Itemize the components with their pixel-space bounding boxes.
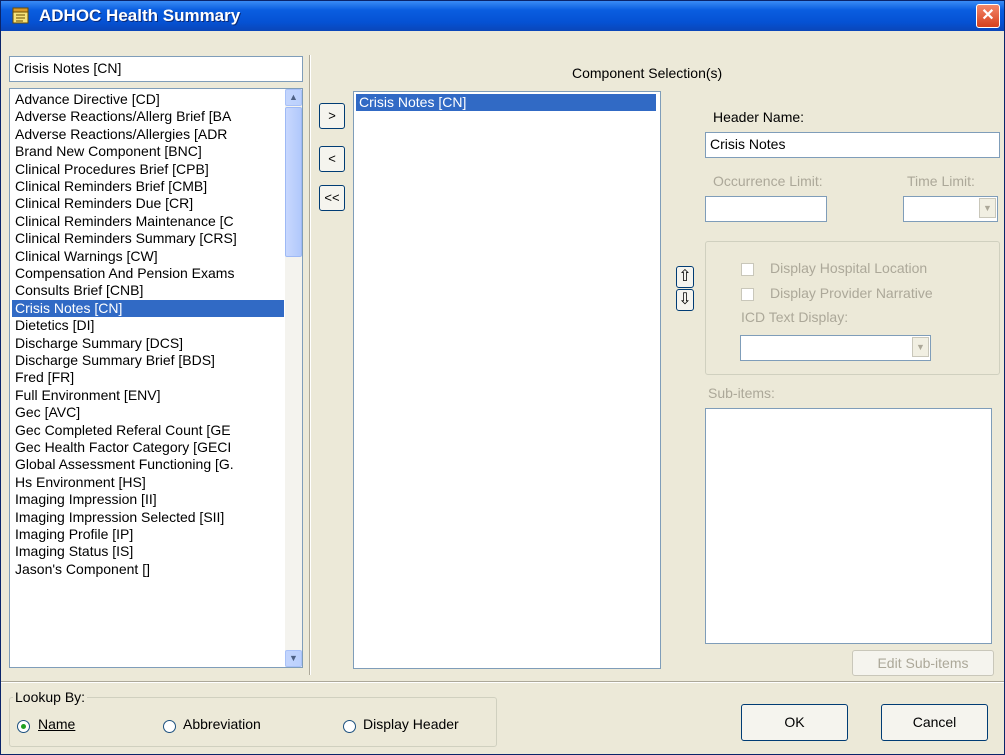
time-limit-label: Time Limit:: [907, 173, 975, 189]
lookup-abbreviation-radio[interactable]: [163, 720, 176, 733]
edit-sub-items-button[interactable]: Edit Sub-items: [852, 650, 994, 676]
display-provider-narrative-label: Display Provider Narrative: [770, 285, 933, 301]
adhoc-window: ADHOC Health Summary ✕ Crisis Notes [CN]…: [0, 0, 1005, 755]
display-hospital-location-label: Display Hospital Location: [770, 260, 928, 276]
component-list-item[interactable]: Imaging Impression [II]: [12, 491, 284, 508]
scroll-down-button[interactable]: ▼: [285, 650, 302, 667]
component-search-input[interactable]: Crisis Notes [CN]: [9, 56, 303, 82]
title-bar[interactable]: ADHOC Health Summary ✕: [1, 1, 1004, 31]
component-list-item[interactable]: Full Environment [ENV]: [12, 387, 284, 404]
remove-all-components-button[interactable]: <<: [319, 185, 345, 211]
component-list-item[interactable]: Fred [FR]: [12, 369, 284, 386]
component-list-item[interactable]: Gec Completed Referal Count [GE: [12, 422, 284, 439]
remove-component-button[interactable]: <: [319, 146, 345, 172]
component-list-item[interactable]: Clinical Reminders Maintenance [C: [12, 213, 284, 230]
bottom-divider-highlight: [1, 682, 1004, 683]
header-name-label: Header Name:: [713, 109, 805, 125]
scroll-up-button[interactable]: ▲: [285, 89, 302, 106]
component-list-item[interactable]: Discharge Summary [DCS]: [12, 335, 284, 352]
occurrence-limit-label: Occurrence Limit:: [713, 173, 823, 189]
component-list-scrollbar[interactable]: ▲ ▼: [285, 89, 302, 667]
window-title: ADHOC Health Summary: [39, 6, 241, 25]
component-list-item[interactable]: Imaging Profile [IP]: [12, 526, 284, 543]
component-list-item[interactable]: Discharge Summary Brief [BDS]: [12, 352, 284, 369]
icd-text-display-label: ICD Text Display:: [741, 309, 849, 325]
icd-text-display-combo[interactable]: ▼: [740, 335, 931, 361]
lookup-name-radio[interactable]: [17, 720, 30, 733]
display-provider-narrative-checkbox[interactable]: [741, 288, 754, 301]
component-list-item[interactable]: Imaging Status [IS]: [12, 543, 284, 560]
lookup-display-header-radio[interactable]: [343, 720, 356, 733]
cancel-button[interactable]: Cancel: [881, 704, 988, 741]
header-name-input[interactable]: Crisis Notes: [705, 132, 1000, 158]
component-list-item[interactable]: Imaging Impression Selected [SII]: [12, 509, 284, 526]
lookup-abbreviation-label[interactable]: Abbreviation: [183, 716, 261, 732]
occurrence-limit-input[interactable]: [705, 196, 827, 222]
component-list-item[interactable]: Gec [AVC]: [12, 404, 284, 421]
close-button[interactable]: ✕: [976, 4, 1000, 28]
arrow-up-icon: ⇧: [678, 268, 692, 285]
chevron-down-icon: ▼: [979, 198, 996, 218]
close-icon: ✕: [981, 7, 995, 24]
selected-components-list[interactable]: Crisis Notes [CN]: [353, 91, 661, 669]
sub-items-list[interactable]: [705, 408, 992, 644]
ok-button[interactable]: OK: [741, 704, 848, 741]
component-list-item[interactable]: Clinical Reminders Due [CR]: [12, 195, 284, 212]
lookup-name-label[interactable]: Name: [38, 716, 75, 732]
component-list-item[interactable]: Consults Brief [CNB]: [12, 282, 284, 299]
arrow-down-icon: ⇩: [678, 291, 692, 308]
selected-component-item[interactable]: Crisis Notes [CN]: [356, 94, 656, 111]
move-up-button[interactable]: ⇧: [676, 266, 694, 288]
sub-items-label: Sub-items:: [708, 385, 775, 401]
component-list[interactable]: Jason's Component [] Imaging Status [IS] I…: [9, 88, 303, 668]
add-component-button[interactable]: >: [319, 103, 345, 129]
display-hospital-location-checkbox[interactable]: [741, 263, 754, 276]
move-down-button[interactable]: ⇩: [676, 289, 694, 311]
component-list-item[interactable]: Brand New Component [BNC]: [12, 143, 284, 160]
notepad-icon: [12, 7, 29, 24]
component-list-item[interactable]: Clinical Procedures Brief [CPB]: [12, 161, 284, 178]
component-list-item[interactable]: Crisis Notes [CN]: [12, 299, 284, 317]
splitter-highlight: [310, 55, 311, 675]
component-list-item[interactable]: Clinical Warnings [CW]: [12, 248, 284, 265]
component-list-item[interactable]: Clinical Reminders Summary [CRS]: [12, 230, 284, 247]
component-list-item[interactable]: Jason's Component []: [12, 561, 284, 578]
scroll-thumb[interactable]: [285, 107, 302, 257]
component-list-item[interactable]: Global Assessment Functioning [G.: [12, 456, 284, 473]
time-limit-combo[interactable]: ▼: [903, 196, 998, 222]
component-list-item[interactable]: Dietetics [DI]: [12, 317, 284, 334]
component-selection-heading: Component Selection(s): [572, 65, 723, 81]
component-list-item[interactable]: Adverse Reactions/Allerg Brief [BA: [12, 108, 284, 125]
component-list-item[interactable]: Clinical Reminders Brief [CMB]: [12, 178, 284, 195]
lookup-display-header-label[interactable]: Display Header: [363, 716, 459, 732]
component-list-item[interactable]: Advance Directive [CD]: [12, 91, 284, 108]
component-list-item[interactable]: Gec Health Factor Category [GECI: [12, 439, 284, 456]
component-list-item[interactable]: Hs Environment [HS]: [12, 474, 284, 491]
component-list-item[interactable]: Compensation And Pension Exams: [12, 265, 284, 282]
chevron-down-icon: ▼: [912, 337, 929, 357]
lookup-by-legend: Lookup By:: [13, 689, 88, 705]
component-list-item[interactable]: Adverse Reactions/Allergies [ADR: [12, 126, 284, 143]
